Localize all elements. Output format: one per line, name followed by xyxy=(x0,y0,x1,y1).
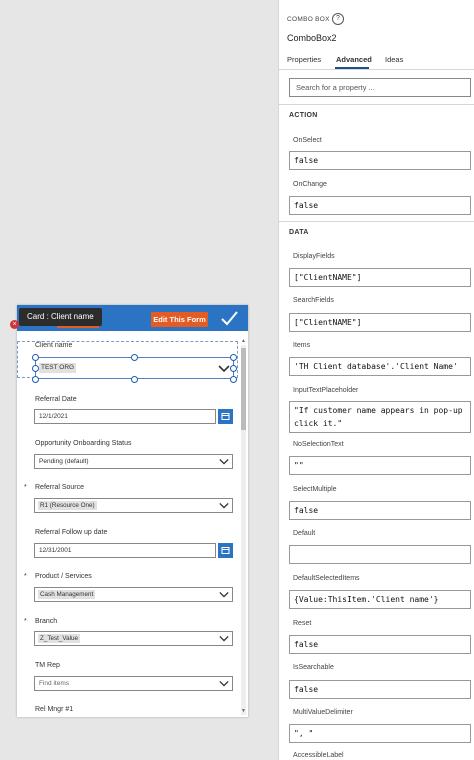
prop-input-searchfields[interactable]: ["ClientNAME"] xyxy=(289,313,471,332)
resize-handle[interactable] xyxy=(230,376,237,383)
field-label-branch: Branch xyxy=(35,618,58,625)
required-marker: * xyxy=(24,484,27,491)
prop-label-defaultselecteditems: DefaultSelectedItems xyxy=(293,575,360,582)
field-label-referral-source: Referral Source xyxy=(35,484,85,491)
prop-input-items[interactable]: 'TH Client database'.'Client Name' xyxy=(289,357,471,376)
property-search-input[interactable]: Search for a property ... xyxy=(289,78,471,97)
field-label-referral-date: Referral Date xyxy=(35,396,77,403)
scrollbar-thumb[interactable] xyxy=(241,348,246,430)
onboarding-status-dropdown[interactable]: Pending (default) xyxy=(34,454,233,469)
prop-input-reset[interactable]: false xyxy=(289,635,471,654)
resize-handle[interactable] xyxy=(131,376,138,383)
calendar-icon xyxy=(221,413,230,420)
chevron-down-icon[interactable] xyxy=(219,457,229,466)
resize-handle[interactable] xyxy=(131,354,138,361)
control-type-label: COMBO BOX xyxy=(287,16,330,23)
selected-item-chip[interactable]: R1 (Resource One) xyxy=(38,501,97,510)
prop-label-searchfields: SearchFields xyxy=(293,297,334,304)
help-icon[interactable]: ? xyxy=(332,13,344,25)
referral-follow-up-value: 12/31/2001 xyxy=(39,547,72,554)
referral-date-value: 12/1/2021 xyxy=(39,413,68,420)
edit-form-button[interactable]: Edit This Form xyxy=(151,312,208,327)
field-label-client-name: Client name xyxy=(35,342,73,349)
prop-label-issearchable: IsSearchable xyxy=(293,664,334,671)
resize-handle[interactable] xyxy=(32,354,39,361)
divider xyxy=(279,69,474,70)
selected-item-chip[interactable]: TEST ORG xyxy=(39,363,77,373)
tab-ideas[interactable]: Ideas xyxy=(385,55,403,64)
prop-label-default: Default xyxy=(293,530,316,537)
product-services-combobox[interactable]: Cash Management xyxy=(34,587,233,602)
prop-input-multivaluedelimiter[interactable]: ", " xyxy=(289,724,471,743)
section-header-action: ACTION xyxy=(289,112,318,119)
resize-handle[interactable] xyxy=(32,365,39,372)
divider xyxy=(279,104,474,105)
branch-combobox[interactable]: Z_Test_Value xyxy=(34,631,233,646)
referral-date-picker[interactable]: 12/1/2021 xyxy=(34,409,216,424)
prop-label-inputtextplaceholder: InputTextPlaceholder xyxy=(293,387,359,394)
chevron-down-icon[interactable] xyxy=(219,501,229,510)
selected-item-chip[interactable]: Z_Test_Value xyxy=(38,634,81,643)
prop-label-multivaluedelimiter: MultiValueDelimiter xyxy=(293,709,353,716)
selected-item-chip[interactable]: Cash Management xyxy=(38,590,96,599)
tm-rep-combobox[interactable]: Find items xyxy=(34,676,233,691)
referral-follow-up-date-picker[interactable]: 12/31/2001 xyxy=(34,543,216,558)
chevron-down-icon[interactable] xyxy=(219,679,229,688)
prop-label-displayfields: DisplayFields xyxy=(293,253,335,260)
field-label-onboarding-status: Opportunity Onboarding Status xyxy=(35,440,132,447)
checkmark-icon[interactable] xyxy=(219,308,239,328)
prop-label-noselectiontext: NoSelectionText xyxy=(293,441,344,448)
prop-label-items: Items xyxy=(293,342,311,349)
tm-rep-placeholder: Find items xyxy=(39,680,69,687)
calendar-button[interactable] xyxy=(218,409,233,424)
onboarding-status-value: Pending (default) xyxy=(39,458,89,465)
prop-input-inputtextplaceholder[interactable]: "If customer name appears in pop-up clic… xyxy=(289,401,471,433)
prop-input-displayfields[interactable]: ["ClientNAME"] xyxy=(289,268,471,287)
properties-panel: COMBO BOX ? ComboBox2 Properties Advance… xyxy=(278,0,474,760)
chevron-down-icon[interactable] xyxy=(218,364,230,373)
calendar-button[interactable] xyxy=(218,543,233,558)
chevron-down-icon[interactable] xyxy=(219,634,229,643)
scroll-up-icon[interactable]: ▲ xyxy=(241,338,246,344)
prop-label-accessiblelabel: AccessibleLabel xyxy=(293,752,344,759)
resize-handle[interactable] xyxy=(32,376,39,383)
prop-label-selectmultiple: SelectMultiple xyxy=(293,486,337,493)
card-tooltip: Card : Client name xyxy=(19,308,102,326)
section-header-data: DATA xyxy=(289,229,309,236)
prop-label-onselect: OnSelect xyxy=(293,137,322,144)
panel-tabs: Properties Advanced Ideas xyxy=(279,52,474,68)
prop-label-reset: Reset xyxy=(293,620,312,627)
required-marker: * xyxy=(24,573,27,580)
chevron-down-icon[interactable] xyxy=(219,590,229,599)
calendar-icon xyxy=(221,547,230,554)
prop-input-default[interactable] xyxy=(289,545,471,564)
prop-input-defaultselecteditems[interactable]: {Value:ThisItem.'Client name'} xyxy=(289,590,471,609)
prop-input-selectmultiple[interactable]: false xyxy=(289,501,471,520)
referral-source-combobox[interactable]: R1 (Resource One) xyxy=(34,498,233,513)
field-label-referral-follow-up: Referral Follow up date xyxy=(35,529,108,536)
tab-properties[interactable]: Properties xyxy=(287,55,321,64)
prop-input-issearchable[interactable]: false xyxy=(289,680,471,699)
prop-input-onchange[interactable]: false xyxy=(289,196,471,215)
control-name[interactable]: ComboBox2 xyxy=(287,33,337,43)
field-label-tm-rep: TM Rep xyxy=(35,662,60,669)
resize-handle[interactable] xyxy=(230,354,237,361)
divider xyxy=(279,221,474,222)
field-label-rel-mngr: Rel Mngr #1 xyxy=(35,706,74,713)
error-icon: × xyxy=(10,320,19,329)
prop-input-onselect[interactable]: false xyxy=(289,151,471,170)
required-marker: * xyxy=(24,618,27,625)
scroll-down-icon[interactable]: ▼ xyxy=(241,708,246,714)
field-label-product-services: Product / Services xyxy=(35,573,92,580)
prop-input-noselectiontext[interactable]: "" xyxy=(289,456,471,475)
resize-handle[interactable] xyxy=(230,365,237,372)
tab-advanced[interactable]: Advanced xyxy=(336,55,372,64)
prop-label-onchange: OnChange xyxy=(293,181,327,188)
